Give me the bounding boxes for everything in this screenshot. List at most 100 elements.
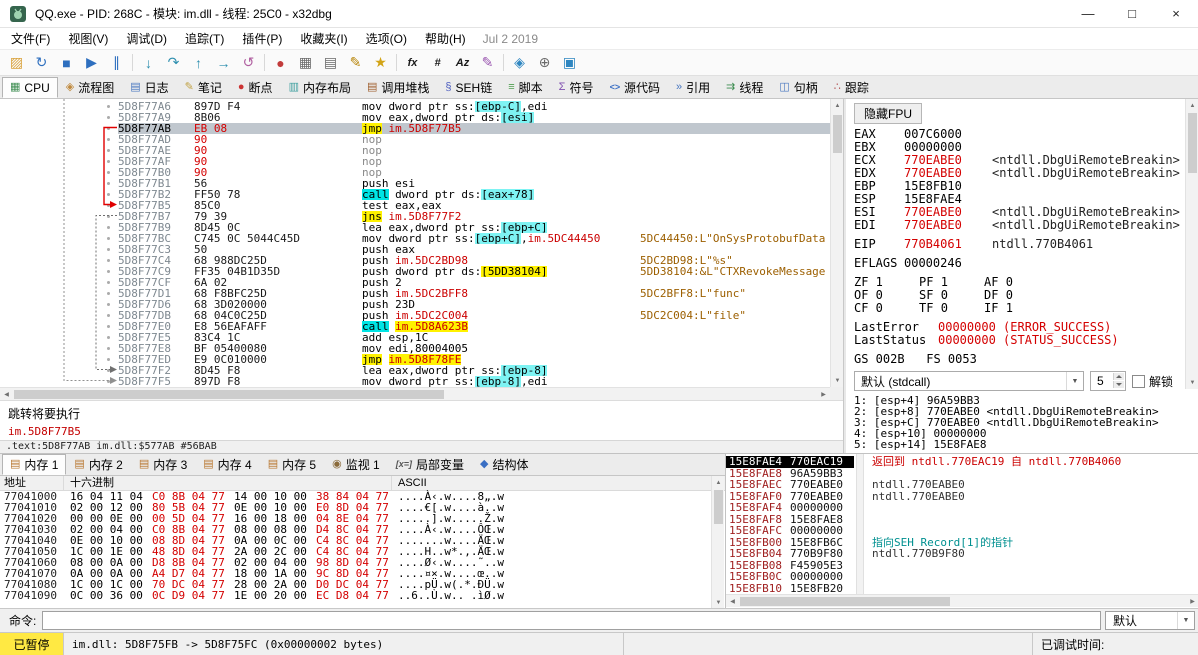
breakpoint-dot[interactable] bbox=[107, 336, 110, 339]
breakpoint-dot[interactable] bbox=[107, 380, 110, 383]
breakpoint-dot[interactable] bbox=[107, 314, 110, 317]
tab-handles[interactable]: ◫ 句柄 bbox=[771, 77, 825, 98]
menu-item-4[interactable]: 追踪(T) bbox=[176, 28, 233, 49]
register-row-laststatus[interactable]: LastStatus 00000000 (STATUS_SUCCESS) bbox=[854, 334, 1184, 347]
stack-row[interactable]: 15E8FB10 15E8FB20 bbox=[726, 582, 1198, 595]
breakpoint-dot[interactable] bbox=[107, 358, 110, 361]
maximize-button[interactable]: □ bbox=[1110, 0, 1154, 27]
calling-convention-select[interactable]: 默认 (stdcall) ▼ bbox=[854, 371, 1084, 391]
stack-comment-divider[interactable] bbox=[856, 454, 864, 594]
chevron-down-icon[interactable]: ▼ bbox=[1177, 612, 1194, 629]
breakpoints-icon[interactable]: ● bbox=[268, 52, 293, 74]
command-history-select[interactable]: 默认 ▼ bbox=[1105, 611, 1195, 630]
stack-row[interactable]: 15E8FB0C 00000000 bbox=[726, 571, 1198, 583]
tab-locals[interactable]: [x=] 局部变量 bbox=[388, 454, 472, 475]
register-row-edi[interactable]: EDI 770EABE0 <ntdll.DbgUiRemoteBreakin> bbox=[854, 219, 1184, 232]
flags-row[interactable]: CF 0 TF 0 IF 1 bbox=[854, 302, 1184, 315]
scrollbar-thumb[interactable] bbox=[1188, 113, 1197, 173]
disassembly-horizontal-scrollbar[interactable]: ◀ ▶ bbox=[0, 387, 830, 400]
breakpoint-dot[interactable] bbox=[107, 193, 110, 196]
numbers-icon[interactable]: # bbox=[425, 52, 450, 74]
scroll-down-icon[interactable]: ▼ bbox=[1186, 376, 1198, 389]
memory-dump-pane[interactable]: ▤ 内存 1 ▤ 内存 2 ▤ 内存 3 ▤ 内存 4 ▤ 内存 5 ◉ 监视 1 [x=] 局部变量 ◆ 结… bbox=[0, 454, 725, 609]
breakpoint-dot[interactable] bbox=[107, 248, 110, 251]
tab-struct[interactable]: ◆ 结构体 bbox=[472, 454, 536, 475]
stack-row[interactable]: 15E8FB04 770B9F80 ntdll.770B9F80 bbox=[726, 548, 1198, 560]
breakpoint-dot[interactable] bbox=[107, 116, 110, 119]
tab-trace[interactable]: ∴ 跟踪 bbox=[826, 77, 877, 98]
disassembly-view[interactable]: 5D8F77A6 897D F4 mov dword ptr ss: [ebp-C],… bbox=[0, 99, 843, 453]
breakpoint-dot[interactable] bbox=[107, 105, 110, 108]
functions-icon[interactable]: fx bbox=[400, 52, 425, 74]
stack-row[interactable]: 15E8FAFC 00000000 bbox=[726, 525, 1198, 537]
tab-symbols[interactable]: Σ 符号 bbox=[551, 77, 602, 98]
memory-map-icon[interactable]: ▦ bbox=[293, 52, 318, 74]
register-row-eflags[interactable]: EFLAGS 00000246 bbox=[854, 257, 1184, 270]
step-into-icon[interactable]: ↓ bbox=[136, 52, 161, 74]
stop-icon[interactable]: ■ bbox=[54, 52, 79, 74]
tab-script[interactable]: ≡ 脚本 bbox=[500, 77, 550, 98]
scrollbar-thumb[interactable] bbox=[14, 390, 444, 399]
breakpoint-dot[interactable] bbox=[107, 160, 110, 163]
stack-horizontal-scrollbar[interactable]: ◀ ▶ bbox=[726, 594, 1198, 607]
breakpoint-dot[interactable] bbox=[107, 270, 110, 273]
breakpoint-dot[interactable] bbox=[107, 281, 110, 284]
scroll-right-icon[interactable]: ▶ bbox=[1186, 595, 1198, 608]
strings-icon[interactable]: Az bbox=[450, 52, 475, 74]
step-over-icon[interactable]: ↷ bbox=[161, 52, 186, 74]
open-file-icon[interactable]: ▨ bbox=[4, 52, 29, 74]
tab-call-stack[interactable]: ▤ 调用堆栈 bbox=[359, 77, 437, 98]
scrollbar-thumb[interactable] bbox=[714, 490, 723, 524]
log-icon[interactable]: ▤ bbox=[318, 52, 343, 74]
breakpoint-dot[interactable] bbox=[107, 171, 110, 174]
dump-row[interactable]: 77041090 0C 00 36 00 0C D9 04 77 1E 00 20 0… bbox=[0, 590, 725, 601]
menu-item-7[interactable]: 选项(O) bbox=[357, 28, 416, 49]
argument-count-stepper[interactable]: 5 bbox=[1090, 371, 1126, 391]
topmost-icon[interactable]: ▣ bbox=[557, 52, 582, 74]
step-out-icon[interactable]: ↑ bbox=[186, 52, 211, 74]
disasm-row[interactable]: 5D8F77F5 897D F8 mov dword ptr ss: [ebp-8],… bbox=[0, 376, 830, 387]
breakpoint-dot[interactable] bbox=[107, 138, 110, 141]
scroll-up-icon[interactable]: ▲ bbox=[1186, 99, 1198, 112]
segment-registers[interactable]: GS 002B FS 0053 bbox=[854, 353, 1184, 366]
menu-item-3[interactable]: 调试(D) bbox=[117, 28, 176, 49]
breakpoint-dot[interactable] bbox=[107, 215, 110, 218]
menu-item-8[interactable]: 帮助(H) bbox=[416, 28, 475, 49]
scroll-down-icon[interactable]: ▼ bbox=[831, 374, 843, 387]
stack-row[interactable]: 15E8FAEC 770EABE0 ntdll.770EABE0 bbox=[726, 479, 1198, 491]
breakpoint-dot[interactable] bbox=[107, 259, 110, 262]
breakpoint-dot[interactable] bbox=[107, 292, 110, 295]
registers-vertical-scrollbar[interactable]: ▲ ▼ bbox=[1185, 99, 1198, 389]
pause-icon[interactable]: ∥ bbox=[104, 52, 129, 74]
tab-watch1[interactable]: ◉ 监视 1 bbox=[324, 454, 388, 475]
stepper-down-icon[interactable] bbox=[1113, 381, 1124, 388]
graph-icon[interactable]: ◈ bbox=[507, 52, 532, 74]
tab-log[interactable]: ▤ 日志 bbox=[122, 77, 176, 98]
call-arg-row[interactable]: 5: [esp+14] 15E8FAE8 bbox=[854, 439, 1184, 450]
tab-graph[interactable]: ◈ 流程图 bbox=[58, 77, 122, 98]
run-icon[interactable]: ▶ bbox=[79, 52, 104, 74]
tab-cpu[interactable]: ▦ CPU bbox=[2, 77, 58, 98]
scrollbar-thumb[interactable] bbox=[833, 115, 842, 153]
unlock-checkbox[interactable] bbox=[1132, 374, 1145, 388]
scroll-left-icon[interactable]: ◀ bbox=[726, 595, 739, 608]
close-button[interactable]: × bbox=[1154, 0, 1198, 27]
tab-source[interactable]: <> 源代码 bbox=[601, 77, 668, 98]
dump-vertical-scrollbar[interactable]: ▲ ▼ bbox=[711, 476, 724, 609]
breakpoint-dot[interactable] bbox=[107, 369, 110, 372]
command-input[interactable] bbox=[42, 611, 1101, 630]
settings-icon[interactable]: ⊕ bbox=[532, 52, 557, 74]
patch-icon[interactable]: ✎ bbox=[343, 52, 368, 74]
highlight-icon[interactable]: ✎ bbox=[475, 52, 500, 74]
tab-notes[interactable]: ✎ 笔记 bbox=[177, 77, 230, 98]
run-to-cursor-icon[interactable]: → bbox=[211, 52, 236, 74]
tab-breakpoints[interactable]: ● 断点 bbox=[230, 77, 281, 98]
tab-seh[interactable]: § SEH链 bbox=[437, 77, 500, 98]
favourites-icon[interactable]: ★ bbox=[368, 52, 393, 74]
breakpoint-dot[interactable] bbox=[107, 325, 110, 328]
tab-dump1[interactable]: ▤ 内存 1 bbox=[2, 454, 67, 475]
breakpoint-dot[interactable] bbox=[107, 237, 110, 240]
breakpoint-dot[interactable] bbox=[107, 149, 110, 152]
menu-item-5[interactable]: 插件(P) bbox=[233, 28, 291, 49]
tab-memory-map[interactable]: ▥ 内存布局 bbox=[281, 77, 359, 98]
